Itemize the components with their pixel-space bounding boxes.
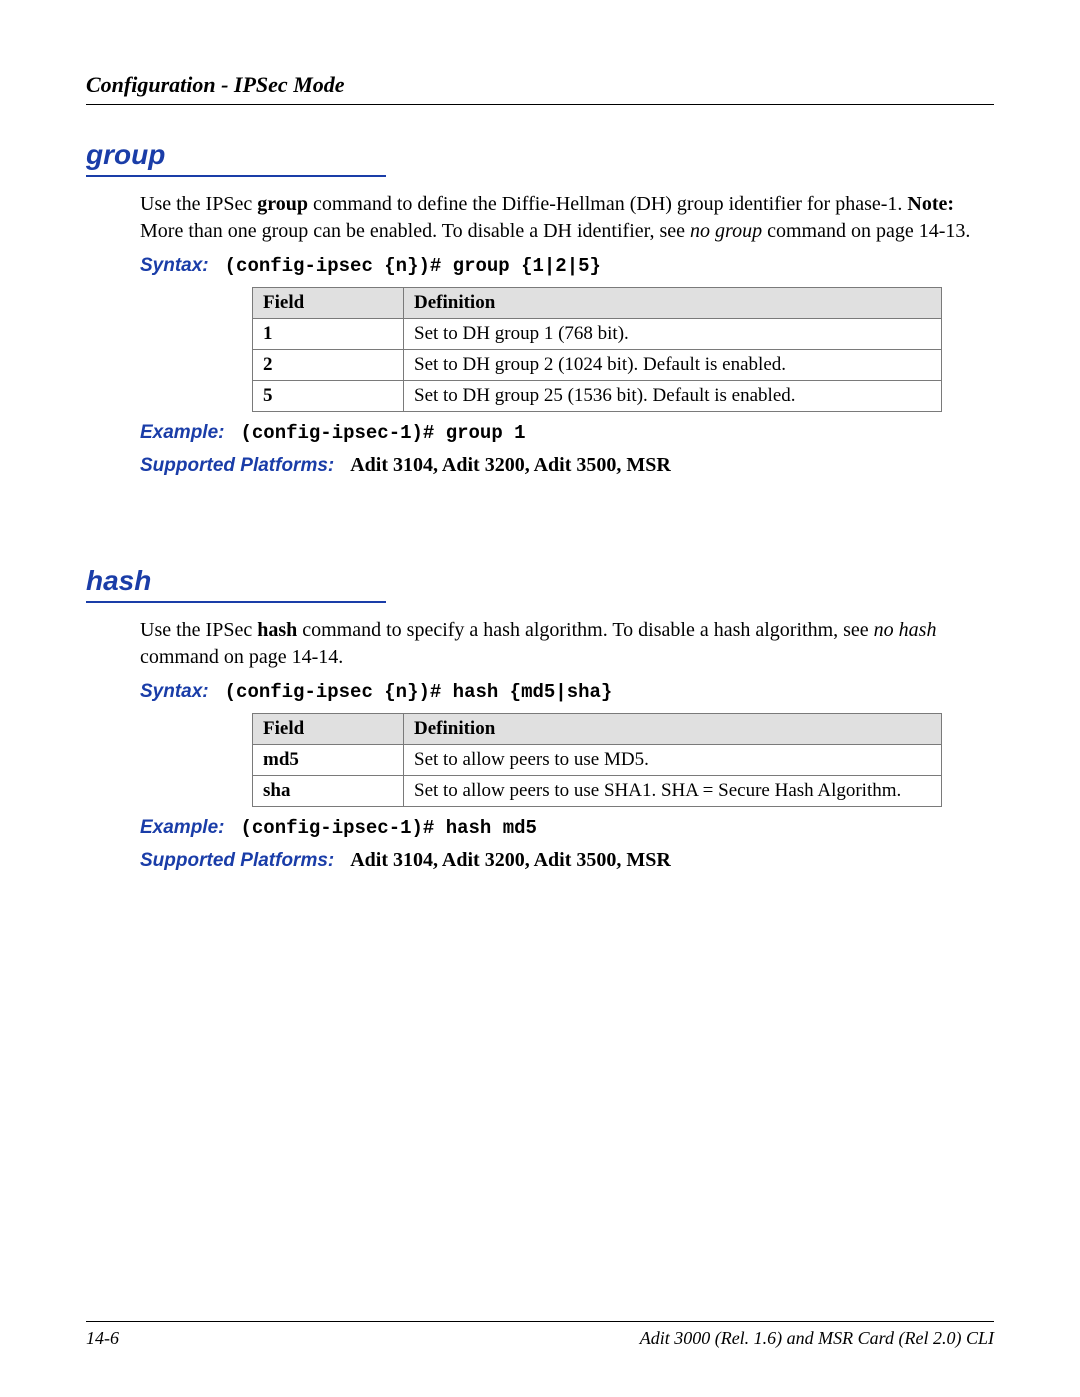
table-cell: 2: [253, 350, 404, 381]
example-label: Example:: [140, 817, 224, 839]
page: Configuration - IPSec Mode group Use the…: [0, 0, 1080, 1397]
platforms-row: Supported Platforms: Adit 3104, Adit 320…: [86, 454, 994, 477]
platforms-label: Supported Platforms:: [140, 455, 334, 477]
syntax-text: (config-ipsec {n})# group {1|2|5}: [225, 255, 601, 277]
syntax-text: (config-ipsec {n})# hash {md5|sha}: [225, 681, 613, 703]
table-cell: Set to allow peers to use SHA1. SHA = Se…: [404, 776, 942, 807]
definition-table: Field Definition md5 Set to allow peers …: [252, 713, 942, 807]
section-rule: [86, 601, 386, 603]
footer-doc-title: Adit 3000 (Rel. 1.6) and MSR Card (Rel 2…: [640, 1328, 994, 1349]
table-cell: Set to DH group 2 (1024 bit). Default is…: [404, 350, 942, 381]
table-cell: 5: [253, 381, 404, 412]
header-rule: [86, 104, 994, 105]
table-row: 2 Set to DH group 2 (1024 bit). Default …: [253, 350, 942, 381]
syntax-label: Syntax:: [140, 255, 209, 277]
table-row: sha Set to allow peers to use SHA1. SHA …: [253, 776, 942, 807]
section-title-hash: hash: [86, 565, 994, 597]
definition-table: Field Definition 1 Set to DH group 1 (76…: [252, 287, 942, 412]
section-desc: Use the IPSec group command to define th…: [86, 191, 994, 245]
table-cell: Set to allow peers to use MD5.: [404, 745, 942, 776]
table-cell: sha: [253, 776, 404, 807]
table-head-definition: Definition: [404, 288, 942, 319]
table-row: md5 Set to allow peers to use MD5.: [253, 745, 942, 776]
table-head-definition: Definition: [404, 714, 942, 745]
example-row: Example: (config-ipsec-1)# group 1: [86, 422, 994, 444]
example-text: (config-ipsec-1)# group 1: [240, 422, 525, 444]
footer-rule: [86, 1321, 994, 1322]
table-cell: Set to DH group 1 (768 bit).: [404, 319, 942, 350]
table-row: 1 Set to DH group 1 (768 bit).: [253, 319, 942, 350]
syntax-label: Syntax:: [140, 681, 209, 703]
section-rule: [86, 175, 386, 177]
syntax-row: Syntax: (config-ipsec {n})# hash {md5|sh…: [86, 681, 994, 703]
table-cell: md5: [253, 745, 404, 776]
table-head-field: Field: [253, 288, 404, 319]
platforms-text: Adit 3104, Adit 3200, Adit 3500, MSR: [350, 849, 671, 872]
table-cell: 1: [253, 319, 404, 350]
example-label: Example:: [140, 422, 224, 444]
section-desc: Use the IPSec hash command to specify a …: [86, 617, 994, 671]
platforms-row: Supported Platforms: Adit 3104, Adit 320…: [86, 849, 994, 872]
page-footer: 14-6 Adit 3000 (Rel. 1.6) and MSR Card (…: [86, 1321, 994, 1349]
table-row: 5 Set to DH group 25 (1536 bit). Default…: [253, 381, 942, 412]
table-cell: Set to DH group 25 (1536 bit). Default i…: [404, 381, 942, 412]
page-header: Configuration - IPSec Mode: [86, 72, 994, 98]
example-row: Example: (config-ipsec-1)# hash md5: [86, 817, 994, 839]
section-title-group: group: [86, 139, 994, 171]
section-hash: hash Use the IPSec hash command to speci…: [86, 565, 994, 872]
footer-page-number: 14-6: [86, 1328, 119, 1349]
platforms-text: Adit 3104, Adit 3200, Adit 3500, MSR: [350, 454, 671, 477]
table-head-field: Field: [253, 714, 404, 745]
syntax-row: Syntax: (config-ipsec {n})# group {1|2|5…: [86, 255, 994, 277]
platforms-label: Supported Platforms:: [140, 850, 334, 872]
example-text: (config-ipsec-1)# hash md5: [240, 817, 536, 839]
